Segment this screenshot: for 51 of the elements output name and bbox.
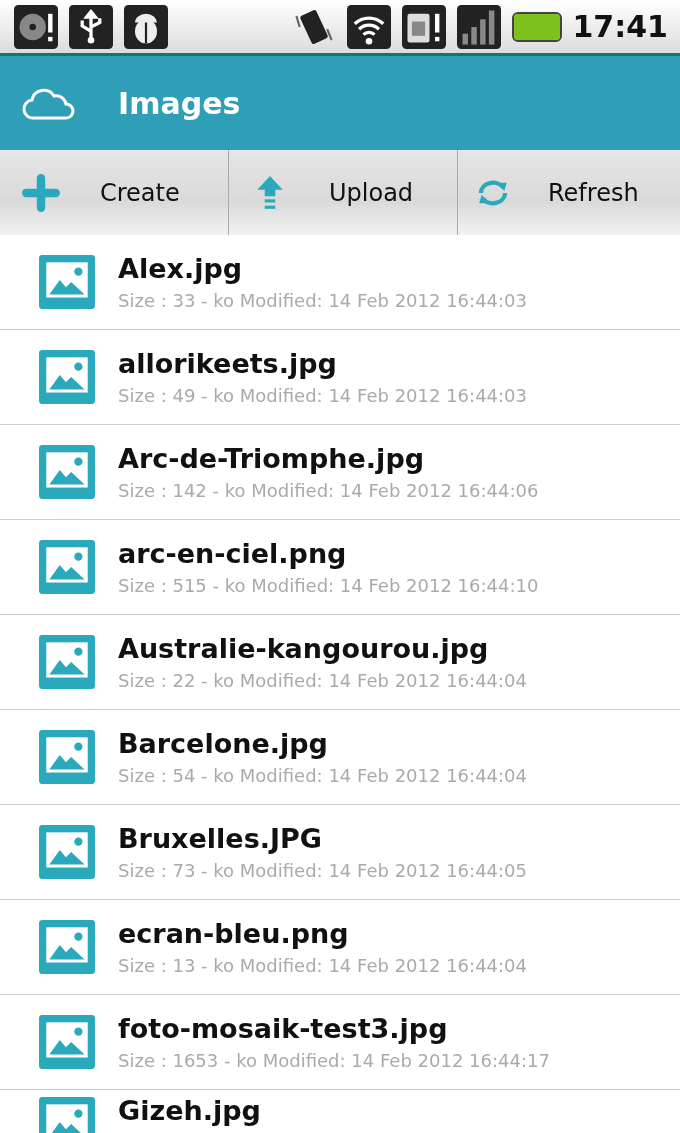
file-name: ecran-bleu.png <box>118 918 350 949</box>
file-details: Size : 22 - ko Modified: 14 Feb 2012 16:44:04 <box>118 670 527 691</box>
file-name: Arc-de-Triomphe.jpg <box>118 443 426 474</box>
usb-icon <box>69 4 113 49</box>
image-file-icon <box>38 729 96 785</box>
file-details: Size : 515 - ko Modified: 14 Feb 2012 16:44:10 <box>118 575 539 596</box>
image-file-icon <box>38 254 96 310</box>
file-name: Australie-kangourou.jpg <box>118 633 490 664</box>
file-row[interactable]: Bruxelles.JPG Size : 73 - ko Modified: 14 Feb 2012 16:44:05 <box>0 805 680 900</box>
file-details: Size : 142 - ko Modified: 14 Feb 2012 16:44:06 <box>118 480 539 501</box>
file-row[interactable]: Gizeh.jpg <box>0 1090 680 1133</box>
toolbar-button[interactable]: Upload <box>229 150 458 235</box>
file-row[interactable]: Alex.jpg Size : 33 - ko Modified: 14 Feb 2012 16:44:03 <box>0 235 680 330</box>
file-row[interactable]: allorikeets.jpg Size : 49 - ko Modified: 14 Feb 2012 16:44:03 <box>0 330 680 425</box>
file-row[interactable]: foto-mosaik-test3.jpg Size : 1653 - ko Modified: 14 Feb 2012 16:44:17 <box>0 995 680 1090</box>
image-file-icon <box>38 634 96 690</box>
file-name: Alex.jpg <box>118 253 244 284</box>
plus-icon <box>22 173 60 212</box>
file-name: Barcelone.jpg <box>118 728 329 759</box>
disk-warning-icon <box>14 4 58 49</box>
sim-warning-icon <box>401 4 446 49</box>
file-name: Gizeh.jpg <box>118 1096 261 1126</box>
file-row[interactable]: Barcelone.jpg Size : 54 - ko Modified: 14 Feb 2012 16:44:04 <box>0 710 680 805</box>
image-file-icon <box>38 349 96 405</box>
file-details: Size : 13 - ko Modified: 14 Feb 2012 16:44:04 <box>118 955 527 976</box>
image-file-icon <box>38 919 96 975</box>
file-row[interactable]: arc-en-ciel.png Size : 515 - ko Modified: 14 Feb 2012 16:44:10 <box>0 520 680 615</box>
cloud-icon <box>22 86 76 120</box>
file-details: Size : 49 - ko Modified: 14 Feb 2012 16:44:03 <box>118 385 527 406</box>
screen-title: Images <box>118 85 241 121</box>
file-details: Size : 54 - ko Modified: 14 Feb 2012 16:44:04 <box>118 765 527 786</box>
file-name: Bruxelles.JPG <box>118 823 323 854</box>
file-name: arc-en-ciel.png <box>118 538 348 569</box>
file-row[interactable]: Arc-de-Triomphe.jpg Size : 142 - ko Modified: 14 Feb 2012 16:44:06 <box>0 425 680 520</box>
image-file-icon <box>38 444 96 500</box>
file-details: Size : 33 - ko Modified: 14 Feb 2012 16:44:03 <box>118 290 527 311</box>
file-row[interactable]: Australie-kangourou.jpg Size : 22 - ko Modified: 14 Feb 2012 16:44:04 <box>0 615 680 710</box>
file-name: foto-mosaik-test3.jpg <box>118 1013 449 1044</box>
toolbar-button[interactable]: Create <box>0 150 229 235</box>
clock: 17:41 <box>572 9 668 44</box>
wifi-icon <box>346 4 391 49</box>
signal-icon <box>456 4 501 49</box>
file-name: allorikeets.jpg <box>118 348 338 379</box>
image-file-icon <box>38 824 96 880</box>
image-file-icon <box>38 1014 96 1070</box>
file-details: Size : 1653 - ko Modified: 14 Feb 2012 16:44:17 <box>118 1050 550 1071</box>
image-file-icon <box>38 539 96 595</box>
battery-icon <box>511 11 562 42</box>
toolbar-button[interactable]: Refresh <box>458 150 680 235</box>
file-row[interactable]: ecran-bleu.png Size : 13 - ko Modified: 14 Feb 2012 16:44:04 <box>0 900 680 995</box>
file-details: Size : 73 - ko Modified: 14 Feb 2012 16:44:05 <box>118 860 527 881</box>
